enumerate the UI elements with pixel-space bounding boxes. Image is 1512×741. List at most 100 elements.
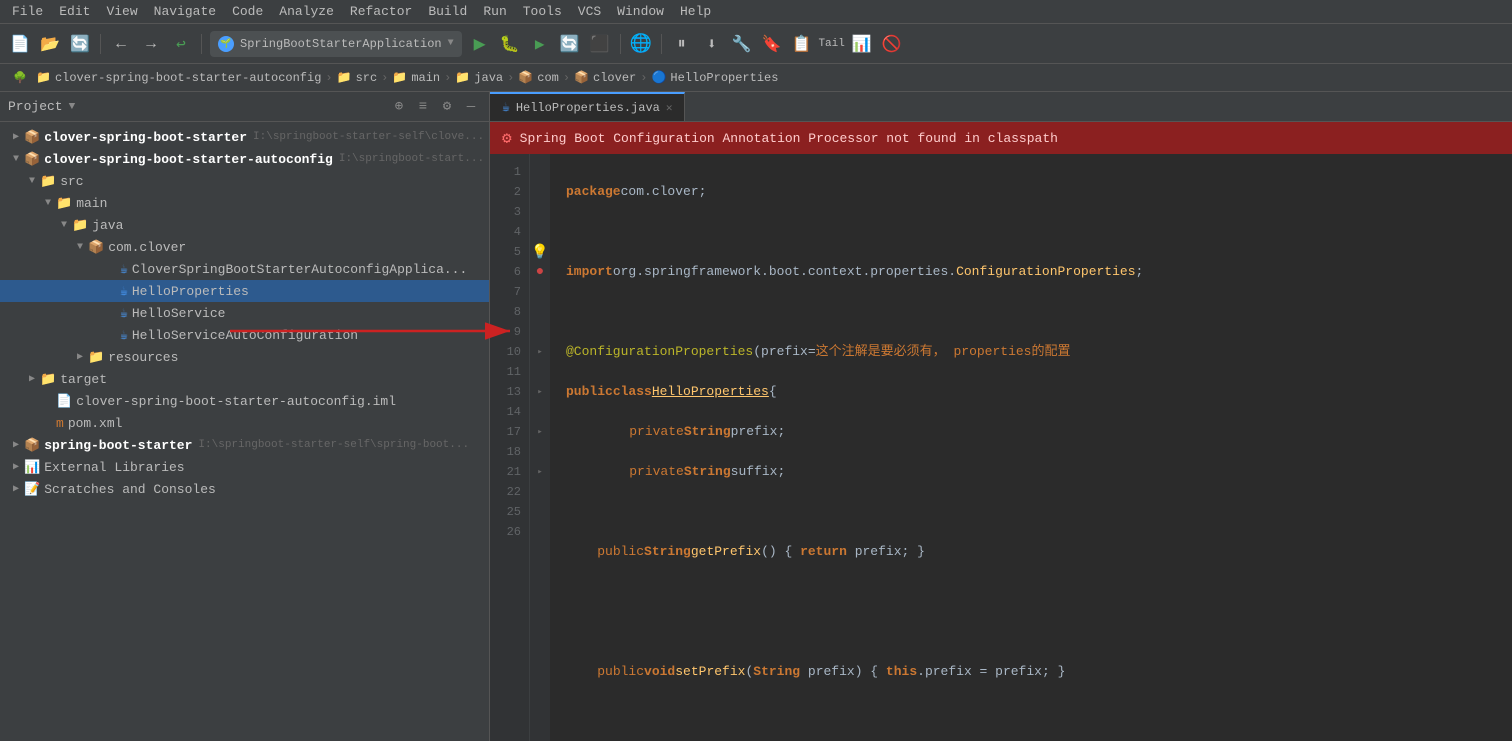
breadcrumb-main[interactable]: 📁 main <box>392 70 440 85</box>
tree-label-com-clover: com.clover <box>108 240 186 255</box>
tree-item-ext-libs[interactable]: ▶ 📊 External Libraries <box>0 456 489 478</box>
pause-button[interactable]: ⏸ <box>670 32 694 56</box>
src-folder-icon: 📁 <box>337 70 352 85</box>
tree-item-com-clover[interactable]: ▼ 📦 com.clover <box>0 236 489 258</box>
error-marker: ● <box>536 264 544 280</box>
code-content[interactable]: package com.clover; import org.springfra… <box>550 154 1512 741</box>
run-config-selector[interactable]: 🌱 SpringBootStarterApplication ▼ <box>210 31 462 57</box>
tab-close-button[interactable]: ✕ <box>666 101 673 115</box>
menu-tools[interactable]: Tools <box>517 2 568 21</box>
tree-item-clover-app[interactable]: ▶ ☕ CloverSpringBootStarterAutoconfigApp… <box>0 258 489 280</box>
tree-item-hello-autoconfig[interactable]: ▶ ☕ HelloServiceAutoConfiguration <box>0 324 489 346</box>
tree-label-hello-service: HelloService <box>132 306 226 321</box>
menu-help[interactable]: Help <box>674 2 717 21</box>
tree-item-java[interactable]: ▼ 📁 java <box>0 214 489 236</box>
tree-item-clover-starter[interactable]: ▶ 📦 clover-spring-boot-starter I:\spring… <box>0 126 489 148</box>
coverage-button[interactable]: ▶ <box>528 32 552 56</box>
ext-libs-icon: 📊 <box>24 460 40 475</box>
stop-button[interactable]: ⬛ <box>588 32 612 56</box>
breadcrumb-clover[interactable]: 📦 clover <box>574 70 636 85</box>
profile-button[interactable]: 🔄 <box>558 32 582 56</box>
step-over-button[interactable]: ⬇ <box>700 32 724 56</box>
tail-label-btn[interactable]: Tail <box>820 32 844 56</box>
tree-item-scratches[interactable]: ▶ 📝 Scratches and Consoles <box>0 478 489 500</box>
fold-17[interactable]: ▸ <box>537 427 542 437</box>
tree-item-target[interactable]: ▶ 📁 target <box>0 368 489 390</box>
breadcrumb-java[interactable]: 📁 java <box>455 70 503 85</box>
undo-button[interactable]: ↩ <box>169 32 193 56</box>
bulb-icon[interactable]: 💡 <box>531 244 548 261</box>
breadcrumb: 🌳 📁 clover-spring-boot-starter-autoconfi… <box>0 64 1512 92</box>
fold-21[interactable]: ▸ <box>537 467 542 477</box>
open-button[interactable]: 📂 <box>38 32 62 56</box>
collapse-all-button[interactable]: ≡ <box>413 97 433 117</box>
tree-item-hello-props[interactable]: ▶ ☕ HelloProperties <box>0 280 489 302</box>
tree-item-iml[interactable]: ▶ 📄 clover-spring-boot-starter-autoconfi… <box>0 390 489 412</box>
tree-item-resources[interactable]: ▶ 📁 resources <box>0 346 489 368</box>
locate-file-button[interactable]: ⊕ <box>389 97 409 117</box>
code-line-13 <box>566 622 1496 642</box>
menu-refactor[interactable]: Refactor <box>344 2 418 21</box>
tree-arrow-com-clover: ▼ <box>72 239 88 255</box>
menu-analyze[interactable]: Analyze <box>273 2 340 21</box>
line-num-17: 22 <box>490 482 521 502</box>
bookmark-button[interactable]: 🔖 <box>760 32 784 56</box>
menu-edit[interactable]: Edit <box>53 2 96 21</box>
gutter-21: ▸ <box>532 462 548 482</box>
tree-item-spring-boot-starter[interactable]: ▶ 📦 spring-boot-starter I:\springboot-st… <box>0 434 489 456</box>
run-config-dropdown-arrow: ▼ <box>448 38 454 49</box>
breadcrumb-com[interactable]: 📦 com <box>518 70 559 85</box>
breadcrumb-src[interactable]: 📁 src <box>337 70 378 85</box>
breadcrumb-src-label: src <box>356 71 378 85</box>
settings-button[interactable]: ⚙ <box>437 97 457 117</box>
line-num-15: 18 <box>490 442 521 462</box>
tree-item-hello-service[interactable]: ▶ ☕ HelloService <box>0 302 489 324</box>
debug-button[interactable]: 🐛 <box>498 32 522 56</box>
code-line-4 <box>566 302 1496 322</box>
menu-vcs[interactable]: VCS <box>572 2 607 21</box>
menu-code[interactable]: Code <box>226 2 269 21</box>
breadcrumb-sep-4: › <box>507 71 514 85</box>
clover-package-icon: 📦 <box>574 70 589 85</box>
tree-item-src[interactable]: ▼ 📁 src <box>0 170 489 192</box>
editor-tab-hello-props[interactable]: ☕ HelloProperties.java ✕ <box>490 92 685 121</box>
tree-label-src: src <box>60 174 83 189</box>
menu-build[interactable]: Build <box>422 2 473 21</box>
tree-label-target: target <box>60 372 107 387</box>
breadcrumb-class[interactable]: 🔵 HelloProperties <box>651 70 778 85</box>
new-file-button[interactable]: 📄 <box>8 32 32 56</box>
line-num-3: 3 <box>490 202 521 222</box>
fold-10[interactable]: ▸ <box>537 347 542 357</box>
sidebar-header: Project ▼ ⊕ ≡ ⚙ — <box>0 92 489 122</box>
menu-view[interactable]: View <box>100 2 143 21</box>
forward-button[interactable]: → <box>139 32 163 56</box>
toolbar-sep-1 <box>100 34 101 54</box>
tree-item-main[interactable]: ▼ 📁 main <box>0 192 489 214</box>
copy-button[interactable]: 📋 <box>790 32 814 56</box>
tree-path-autoconfig: I:\springboot-start... <box>339 153 484 165</box>
sidebar-title-label: Project <box>8 99 63 114</box>
cancel-button[interactable]: 🚫 <box>880 32 904 56</box>
tree-item-autoconfig[interactable]: ▼ 📦 clover-spring-boot-starter-autoconfi… <box>0 148 489 170</box>
tree-arrow-resources: ▶ <box>72 349 88 365</box>
breadcrumb-sep-3: › <box>444 71 451 85</box>
code-gutter: 💡 ● ▸ ▸ ▸ <box>530 154 550 741</box>
hide-panel-button[interactable]: — <box>461 97 481 117</box>
menu-navigate[interactable]: Navigate <box>148 2 222 21</box>
sync-button[interactable]: 🔄 <box>68 32 92 56</box>
back-button[interactable]: ← <box>109 32 133 56</box>
line-num-8: 8 <box>490 302 521 322</box>
menu-window[interactable]: Window <box>611 2 670 21</box>
menu-file[interactable]: File <box>6 2 49 21</box>
run-button[interactable]: ▶ <box>468 32 492 56</box>
menu-run[interactable]: Run <box>477 2 512 21</box>
tree-item-pom[interactable]: ▶ m pom.xml <box>0 412 489 434</box>
wrench-button[interactable]: 🔧 <box>730 32 754 56</box>
metrics-button[interactable]: 📊 <box>850 32 874 56</box>
breadcrumb-root[interactable]: 📁 clover-spring-boot-starter-autoconfig <box>36 70 321 85</box>
fold-13[interactable]: ▸ <box>537 387 542 397</box>
tree-label-main: main <box>76 196 107 211</box>
code-line-9 <box>566 502 1496 522</box>
globe-button[interactable]: 🌐 <box>629 32 653 56</box>
sidebar-dropdown-arrow[interactable]: ▼ <box>69 101 76 113</box>
